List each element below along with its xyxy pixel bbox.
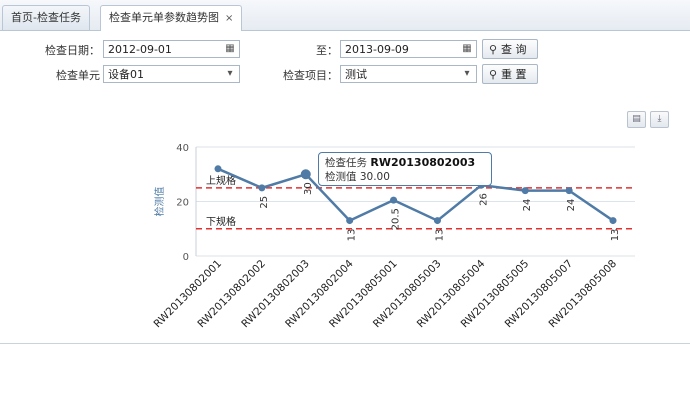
y-tick-label: 20	[176, 198, 189, 209]
data-point	[258, 184, 266, 192]
data-label: 24	[522, 199, 533, 212]
data-point	[300, 169, 311, 180]
data-point	[346, 217, 354, 225]
data-point	[214, 165, 222, 173]
data-label: 26	[478, 193, 489, 206]
data-point	[390, 196, 398, 204]
tooltip-value-label: 检测值	[325, 171, 357, 183]
data-label: 13	[610, 229, 621, 242]
chart-tooltip: 检查任务 RW20130802003 检测值 30.00	[318, 152, 492, 186]
lower-limit-label: 下规格	[206, 215, 236, 228]
data-label: 13	[434, 229, 445, 242]
data-label: 24	[566, 199, 577, 212]
app-window: 首页-检查任务 检查单元单参数趋势图 × 检查日期： 2012-09-01 ▦ 至…	[0, 0, 690, 344]
data-label: 13	[347, 229, 358, 242]
data-point	[433, 217, 441, 225]
tooltip-task-label: 检查任务	[325, 157, 367, 169]
data-point	[609, 217, 617, 225]
y-tick-label: 40	[176, 143, 189, 154]
data-label: 25	[259, 196, 270, 209]
tooltip-task-value: RW20130802003	[370, 156, 476, 169]
data-point	[521, 187, 529, 195]
tooltip-value: 30.00	[359, 171, 390, 183]
data-label: 30	[303, 182, 314, 195]
data-point	[565, 187, 573, 195]
data-label: 20.5	[391, 208, 402, 230]
y-axis-label: 检测值	[153, 187, 166, 217]
y-tick-label: 0	[183, 252, 189, 263]
